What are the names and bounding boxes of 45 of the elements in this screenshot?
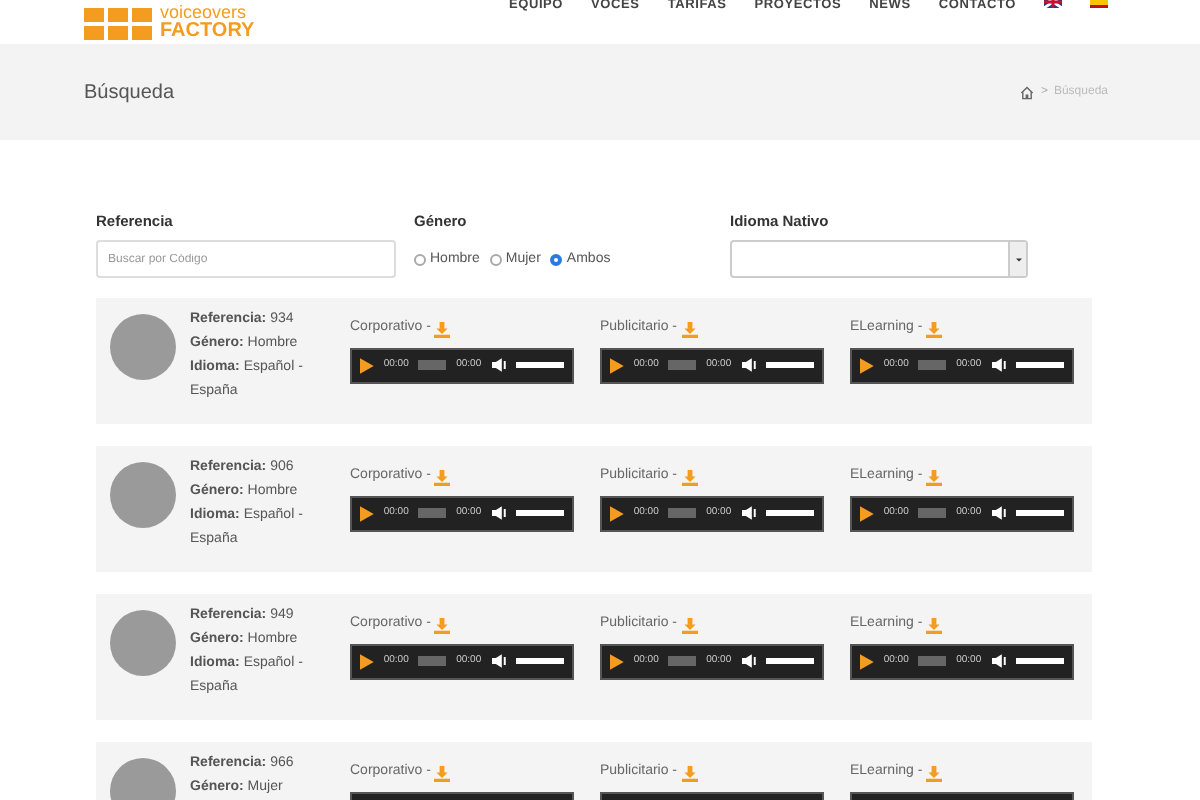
play-icon[interactable] [610,357,624,374]
volume-icon[interactable] [991,654,1007,669]
volume-slider[interactable] [766,658,814,665]
progress-bar[interactable] [918,656,947,667]
volume-slider[interactable] [766,510,814,517]
progress-bar[interactable] [418,508,447,519]
volume-icon[interactable] [741,358,757,373]
play-icon[interactable] [360,653,374,670]
volume-slider[interactable] [1016,510,1064,517]
progress-bar[interactable] [668,360,697,371]
volume-icon[interactable] [491,506,507,521]
volume-icon[interactable] [491,654,507,669]
progress-bar[interactable] [418,360,447,371]
avatar-placeholder [110,610,176,677]
volume-slider[interactable] [516,510,564,517]
volume-slider[interactable] [516,362,564,369]
volume-icon[interactable] [491,358,507,373]
progress-bar[interactable] [668,656,697,667]
logo-wordmark: FACTORY [160,22,255,40]
caret-icon [1015,257,1021,262]
play-icon[interactable] [860,505,874,522]
progress-bar[interactable] [418,656,447,667]
play-icon[interactable] [860,653,874,670]
volume-slider[interactable] [1016,362,1064,369]
play-icon[interactable] [610,505,624,522]
logo-bars-icon [84,8,154,40]
page-title: Búsqueda [84,79,175,107]
play-icon[interactable] [360,505,374,522]
volume-slider[interactable] [766,362,814,369]
volume-icon[interactable] [991,506,1007,521]
volume-icon[interactable] [741,506,757,521]
volume-icon[interactable] [741,654,757,669]
volume-slider[interactable] [516,658,564,665]
logo-tagline: voiceovers [160,4,249,22]
volume-slider[interactable] [1016,658,1064,665]
progress-bar[interactable] [918,360,947,371]
progress-bar[interactable] [918,508,947,519]
avatar-placeholder [110,462,176,529]
play-icon[interactable] [860,357,874,374]
avatar-placeholder [110,314,176,381]
volume-icon[interactable] [991,358,1007,373]
home-icon[interactable] [1020,85,1035,99]
progress-bar[interactable] [668,508,697,519]
play-icon[interactable] [360,357,374,374]
play-icon[interactable] [610,653,624,670]
